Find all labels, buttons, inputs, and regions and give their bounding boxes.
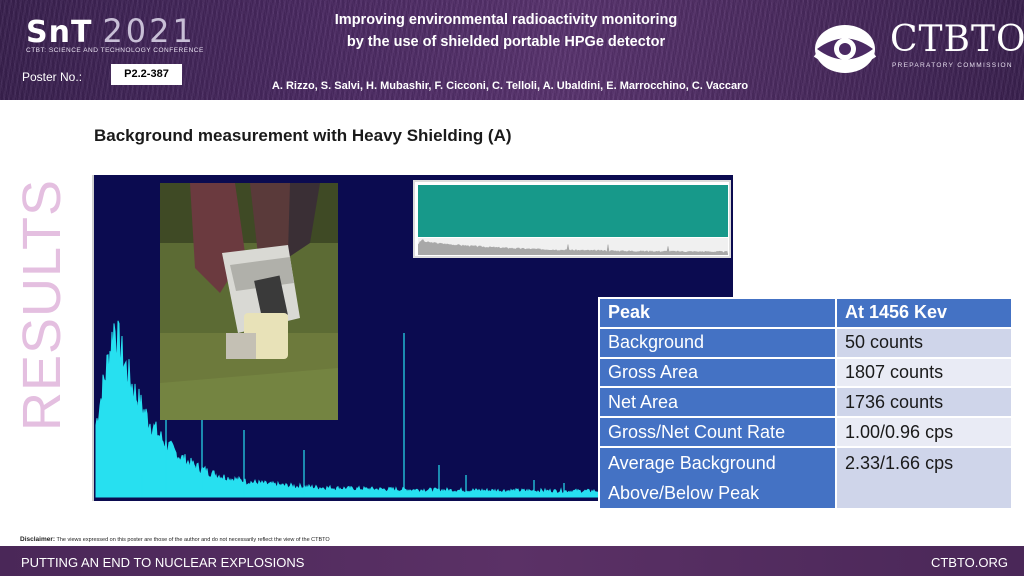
disclaimer: Disclaimer: The views expressed on this … (20, 536, 330, 543)
spectrum-overview-inset (413, 180, 731, 258)
poster-number-label: Poster No.: (22, 70, 83, 84)
ctbto-logo-subtitle: PREPARATORY COMMISSION (892, 62, 1013, 69)
table-header-value: At 1456 Kev (835, 297, 1013, 329)
poster-title-line2: by the use of shielded portable HPGe det… (346, 34, 666, 50)
snt-logo-text: SnT (26, 15, 93, 50)
results-table: Peak At 1456 Kev Background 50 counts Gr… (598, 297, 1013, 510)
table-header-row: Peak At 1456 Kev (598, 297, 1013, 329)
footer-slogan: PUTTING AN END TO NUCLEAR EXPLOSIONS (21, 555, 305, 570)
table-row-key-line1: Average Background (608, 452, 776, 473)
poster-title-line1: Improving environmental radioactivity mo… (334, 12, 678, 28)
table-row-key: Average Background Above/Below Peak (598, 445, 837, 510)
snt-logo-year: 2021 (102, 12, 196, 50)
ctbto-logo-text: CTBTO (890, 19, 1024, 60)
table-row-key: Net Area (598, 386, 837, 419)
table-row: Average Background Above/Below Peak 2.33… (598, 445, 1013, 510)
table-row: Net Area 1736 counts (598, 386, 1013, 419)
table-row-value: 1807 counts (835, 356, 1013, 389)
table-row-value: 50 counts (835, 326, 1013, 359)
table-row-value: 1.00/0.96 cps (835, 416, 1013, 448)
snt-logo: SnT 2021 (26, 12, 196, 50)
spectrum-overview-trace (417, 238, 729, 256)
poster-number: P2.2-387 (111, 64, 182, 85)
field-measurement-photo (160, 183, 338, 420)
spectrum-overview-region (418, 185, 728, 237)
footer-banner: PUTTING AN END TO NUCLEAR EXPLOSIONS CTB… (0, 546, 1024, 576)
poster-title: Improving environmental radioactivity mo… (260, 9, 752, 53)
poster-authors: A. Rizzo, S. Salvi, H. Mubashir, F. Cicc… (271, 80, 749, 92)
table-row: Gross/Net Count Rate 1.00/0.96 cps (598, 416, 1013, 448)
table-header-key: Peak (598, 297, 837, 329)
disclaimer-label: Disclaimer: (20, 536, 56, 543)
table-row-key: Gross/Net Count Rate (598, 416, 837, 448)
snt-subtitle: CTBT: SCIENCE AND TECHNOLOGY CONFERENCE (26, 47, 204, 54)
table-row: Gross Area 1807 counts (598, 356, 1013, 389)
ctbto-eye-logo-icon (813, 22, 877, 76)
table-row-value: 1736 counts (835, 386, 1013, 419)
header-banner: SnT 2021 CTBT: SCIENCE AND TECHNOLOGY CON… (0, 0, 1024, 100)
results-side-label: RESULTS (12, 178, 72, 431)
disclaimer-text: The views expressed on this poster are t… (56, 537, 330, 543)
table-row: Background 50 counts (598, 326, 1013, 359)
table-row-key-line2: Above/Below Peak (608, 482, 760, 503)
table-row-key: Background (598, 326, 837, 359)
table-row-key: Gross Area (598, 356, 837, 389)
table-row-value: 2.33/1.66 cps (835, 445, 1013, 510)
section-title: Background measurement with Heavy Shield… (94, 126, 512, 145)
footer-website: CTBTO.ORG (930, 555, 1008, 570)
